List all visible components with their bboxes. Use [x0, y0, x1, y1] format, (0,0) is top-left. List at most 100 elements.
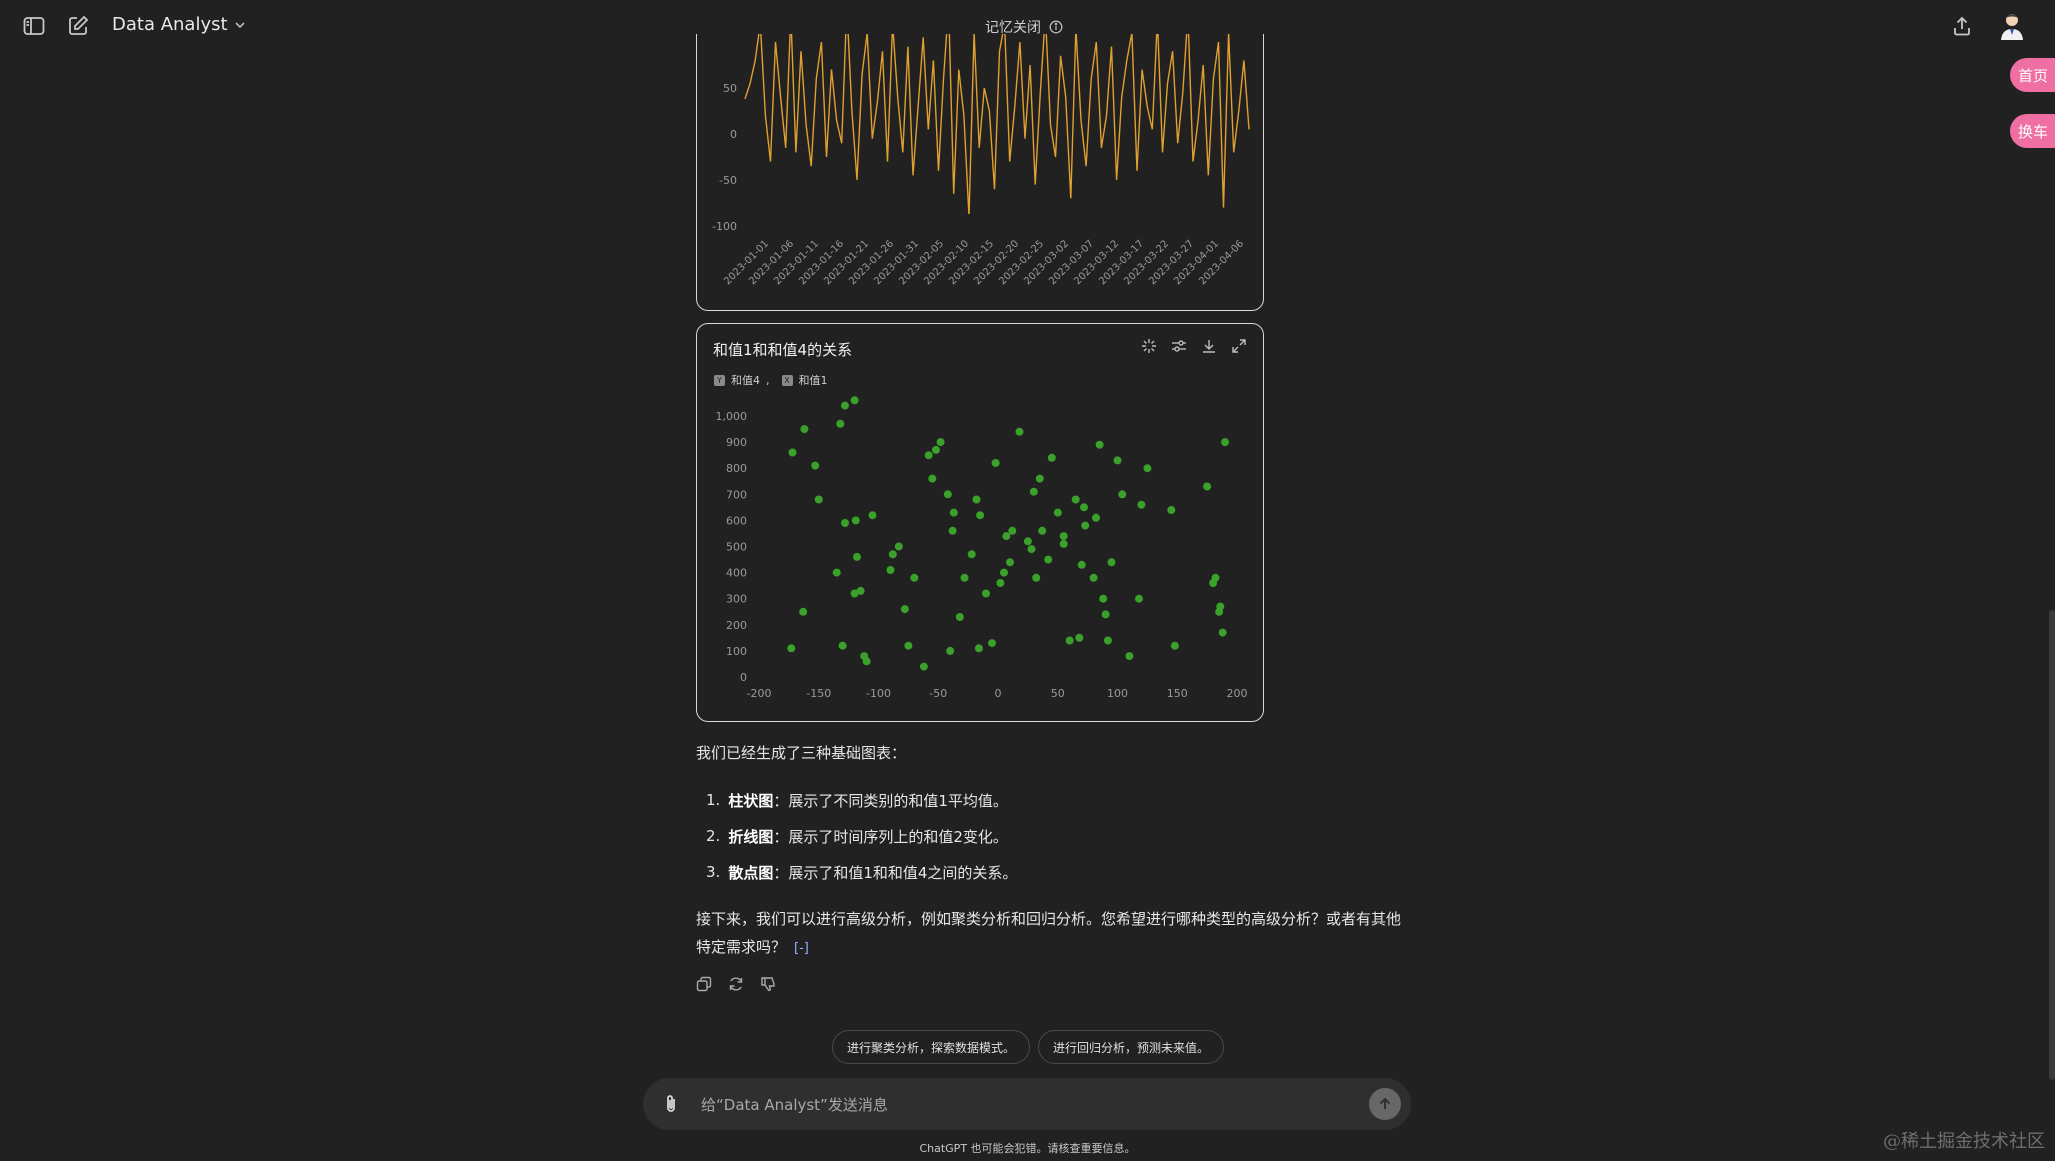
response-intro: 我们已经生成了三种基础图表： — [696, 744, 907, 762]
scatter-point — [1221, 438, 1229, 447]
scatter-point — [800, 425, 809, 434]
y-tick-label: 400 — [726, 567, 747, 580]
scatter-point — [960, 573, 969, 582]
scatter-point — [1089, 573, 1098, 582]
scatter-point — [1047, 453, 1056, 462]
legend-x-label: 和值1 — [798, 374, 828, 387]
y-tick-label: 200 — [726, 619, 747, 632]
scatter-point — [832, 568, 841, 577]
scatter-point — [1170, 641, 1179, 650]
watermark: @稀土掘金技术社区 — [1883, 1131, 2045, 1152]
x-tick-label: 100 — [1107, 687, 1128, 700]
send-button[interactable] — [1369, 1088, 1401, 1120]
message-input[interactable] — [699, 1090, 1323, 1120]
y-tick-label: -50 — [719, 174, 737, 187]
home-pill[interactable]: 首页 — [2010, 58, 2055, 92]
x-tick-label: 150 — [1167, 687, 1188, 700]
scatter-point — [1032, 573, 1041, 582]
list-item-number: 3. — [706, 863, 721, 881]
message-composer — [643, 1078, 1411, 1130]
scatter-point — [894, 542, 903, 551]
scatter-point — [1081, 521, 1090, 530]
settings-sliders-icon[interactable] — [1171, 338, 1187, 354]
scatter-point — [1167, 506, 1176, 514]
x-tick-label: 200 — [1227, 687, 1248, 700]
scatter-point — [850, 396, 859, 405]
download-icon[interactable] — [1201, 338, 1217, 354]
scatter-point — [1059, 532, 1068, 541]
y-tick-label: 100 — [726, 645, 747, 658]
new-chat-icon[interactable] — [66, 14, 90, 38]
paperclip-icon[interactable] — [661, 1093, 681, 1115]
expand-icon[interactable] — [1231, 338, 1247, 354]
list-item: 2. 折线图 ：展示了时间序列上的和值2变化。 — [706, 818, 1017, 854]
scatter-point — [1053, 508, 1062, 517]
scatter-point — [1015, 427, 1024, 436]
scatter-point — [910, 573, 919, 582]
thumbs-down-icon[interactable] — [760, 976, 776, 992]
avatar[interactable] — [1996, 10, 2028, 42]
scatter-point — [1038, 526, 1047, 535]
model-selector[interactable]: Data Analyst — [112, 14, 246, 35]
scatter-point — [1071, 495, 1080, 504]
legend-y-badge: Y — [714, 374, 725, 386]
info-icon — [1049, 20, 1063, 34]
scatter-point — [1027, 545, 1036, 554]
scatter-point — [853, 552, 861, 561]
x-tick-label: -100 — [866, 687, 891, 700]
y-tick-label: 0 — [730, 128, 737, 141]
scatter-point — [946, 646, 955, 655]
model-name: Data Analyst — [112, 14, 228, 35]
scatter-point — [851, 516, 860, 525]
scatter-point — [949, 508, 958, 517]
list-item-title: 柱状图 — [728, 791, 774, 810]
x-tick-label: -200 — [747, 687, 772, 700]
scatter-point — [1218, 628, 1227, 637]
scatter-point — [1006, 558, 1014, 567]
scatter-point — [972, 495, 981, 504]
x-tick-label: 0 — [995, 687, 1002, 700]
y-tick-label: 300 — [726, 593, 747, 606]
scatter-point — [996, 579, 1005, 587]
list-item-title: 散点图 — [728, 863, 774, 882]
y-tick-label: 700 — [726, 488, 747, 501]
suggestion-regression[interactable]: 进行回归分析，预测未来值。 — [1038, 1030, 1225, 1064]
sparkle-icon[interactable] — [1141, 338, 1157, 354]
scatter-point — [943, 490, 952, 499]
regenerate-icon[interactable] — [728, 976, 744, 992]
x-tick-label: -150 — [806, 687, 831, 700]
scatter-point — [1044, 555, 1053, 564]
y-tick-label: 500 — [726, 541, 747, 554]
y-tick-label: 600 — [726, 514, 747, 527]
code-reference-link[interactable]: [-] — [794, 941, 809, 956]
sidebar-toggle-icon[interactable] — [22, 14, 46, 38]
y-tick-label: 1,000 — [716, 410, 748, 423]
chart-toolbar — [1141, 338, 1247, 354]
x-tick-label: 2023-04-06 — [1197, 238, 1246, 287]
legend-y-label: 和值4 — [731, 374, 760, 387]
copy-icon[interactable] — [696, 976, 712, 992]
scatter-point — [788, 448, 797, 457]
scatter-chart-title: 和值1和和值4的关系 — [713, 341, 853, 359]
scatter-point — [841, 519, 849, 527]
list-item-text: ：展示了不同类别的和值1平均值。 — [773, 791, 1008, 810]
scatter-point — [814, 495, 823, 504]
suggestion-clustering[interactable]: 进行聚类分析，探索数据模式。 — [832, 1030, 1031, 1064]
scatter-point — [1008, 526, 1017, 535]
scrollbar[interactable] — [2049, 610, 2055, 1080]
scatter-point — [974, 644, 983, 653]
change-pill[interactable]: 换车 — [2010, 114, 2055, 148]
scatter-point — [841, 401, 849, 410]
scatter-point — [955, 613, 964, 621]
scatter-point — [919, 662, 928, 671]
scatter-point — [967, 550, 976, 559]
scatter-point — [1107, 558, 1116, 567]
legend-x-badge: X — [781, 374, 793, 386]
scatter-point — [936, 438, 945, 447]
share-icon[interactable] — [1950, 14, 1974, 38]
scatter-point — [928, 474, 937, 483]
series-line — [744, 34, 1250, 214]
chevron-down-icon — [234, 21, 245, 28]
scatter-point — [856, 586, 865, 595]
scatter-point — [799, 607, 808, 616]
